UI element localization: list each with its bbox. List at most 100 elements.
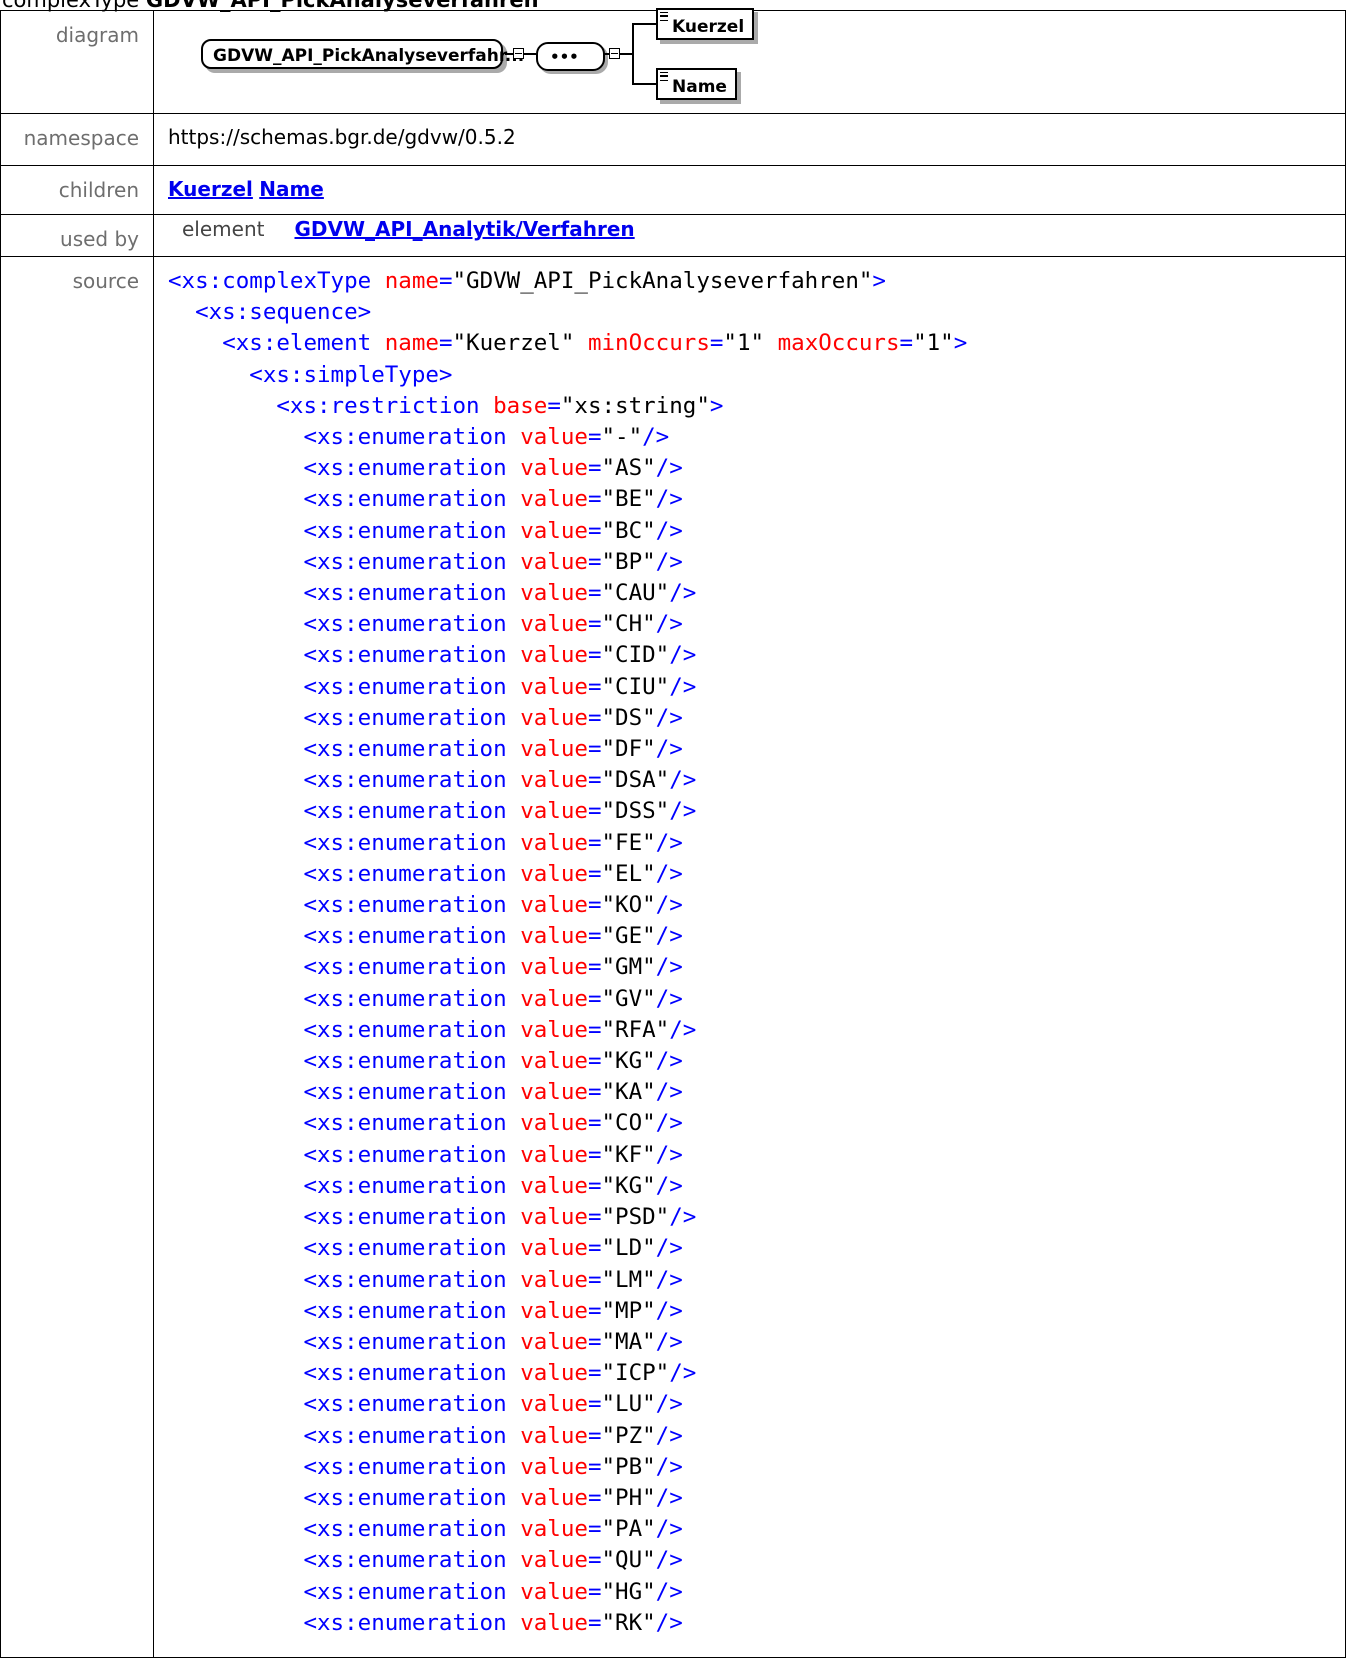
enumeration-value: "ICP" xyxy=(601,1360,670,1387)
element-icon xyxy=(660,12,668,21)
enumeration-value: "-" xyxy=(601,424,643,451)
enumeration-line: <xs:enumeration value="CID"/> xyxy=(168,642,697,669)
enumeration-value: "GE" xyxy=(601,923,656,950)
enumeration-line: <xs:enumeration value="KG"/> xyxy=(168,1048,683,1075)
enumeration-value: "KG" xyxy=(601,1172,656,1199)
enumeration-line: <xs:enumeration value="CIU"/> xyxy=(168,673,697,700)
enumeration-line: <xs:enumeration value="KO"/> xyxy=(168,892,683,919)
enumeration-line: <xs:enumeration value="GE"/> xyxy=(168,923,683,950)
enumeration-line: <xs:enumeration value="MA"/> xyxy=(168,1328,683,1355)
enumeration-line: <xs:enumeration value="LU"/> xyxy=(168,1391,683,1418)
schema-diagram: GDVW_API_PickAnalyseverfahr... ••• Kuerz… xyxy=(168,8,768,111)
enumeration-line: <xs:enumeration value="EL"/> xyxy=(168,860,683,887)
enumeration-line: <xs:enumeration value="BP"/> xyxy=(168,548,683,575)
namespace-label: namespace xyxy=(0,113,154,166)
enumeration-value: "AS" xyxy=(601,455,656,482)
enumeration-line: <xs:enumeration value="ICP"/> xyxy=(168,1360,697,1387)
enumeration-value: "BE" xyxy=(601,486,656,513)
enumeration-value: "KF" xyxy=(601,1141,656,1168)
enumeration-line: <xs:enumeration value="LM"/> xyxy=(168,1266,683,1293)
enumeration-value: "CH" xyxy=(601,611,656,638)
enumeration-value: "DS" xyxy=(601,704,656,731)
enumeration-line: <xs:enumeration value="PA"/> xyxy=(168,1516,683,1543)
enumeration-line: <xs:enumeration value="-"/> xyxy=(168,424,670,451)
enumeration-line: <xs:enumeration value="MP"/> xyxy=(168,1297,683,1324)
enumeration-line: <xs:enumeration value="BE"/> xyxy=(168,486,683,513)
enumeration-value: "KG" xyxy=(601,1048,656,1075)
diagram-child-name[interactable]: Name xyxy=(656,68,737,100)
enumeration-value: "LM" xyxy=(601,1266,656,1293)
children-label: children xyxy=(0,165,154,215)
enumeration-value: "CID" xyxy=(601,642,670,669)
usedby-link[interactable]: GDVW_API_Analytik/Verfahren xyxy=(294,217,634,241)
children-row: children Kuerzel Name xyxy=(0,165,1346,215)
collapse-toggle-icon[interactable] xyxy=(513,48,524,59)
enumeration-line: <xs:enumeration value="CH"/> xyxy=(168,611,683,638)
enumeration-value: "CO" xyxy=(601,1110,656,1137)
collapse-toggle-icon[interactable] xyxy=(609,48,620,59)
diagram-label: diagram xyxy=(0,10,154,114)
enumeration-value: "PZ" xyxy=(601,1422,656,1449)
diagram-cell: GDVW_API_PickAnalyseverfahr... ••• Kuerz… xyxy=(153,8,1346,114)
enumeration-line: <xs:enumeration value="RK"/> xyxy=(168,1609,683,1636)
enumeration-value: "PSD" xyxy=(601,1204,670,1231)
sequence-compositor[interactable]: ••• xyxy=(536,42,605,71)
enumeration-line: <xs:enumeration value="CO"/> xyxy=(168,1110,683,1137)
diagram-main-type-box[interactable]: GDVW_API_PickAnalyseverfahr... xyxy=(201,39,524,69)
enumeration-value: "LD" xyxy=(601,1235,656,1262)
source-label: source xyxy=(0,256,154,1658)
enumeration-line: <xs:enumeration value="KG"/> xyxy=(168,1172,683,1199)
enumeration-line: <xs:enumeration value="RFA"/> xyxy=(168,1016,697,1043)
enumeration-value: "KA" xyxy=(601,1079,656,1106)
enumeration-line: <xs:enumeration value="DSS"/> xyxy=(168,798,697,825)
enumeration-line: <xs:enumeration value="DS"/> xyxy=(168,704,683,731)
connector-line xyxy=(632,23,656,25)
child-link-name[interactable]: Name xyxy=(259,177,324,201)
schema-table: diagram GDVW_API_PickAnalyseverfahr... •… xyxy=(0,8,1346,1658)
enumeration-value: "RK" xyxy=(601,1609,656,1636)
enumeration-value: "LU" xyxy=(601,1391,656,1418)
diagram-child-kuerzel[interactable]: Kuerzel xyxy=(656,8,755,40)
enumeration-value: "CAU" xyxy=(601,580,670,607)
enumeration-value: "MA" xyxy=(601,1328,656,1355)
enumeration-line: <xs:enumeration value="PSD"/> xyxy=(168,1204,697,1231)
usedby-kind: element xyxy=(182,217,265,241)
connector-line xyxy=(632,23,634,85)
child-link-kuerzel[interactable]: Kuerzel xyxy=(168,177,253,201)
enumeration-value: "PB" xyxy=(601,1453,656,1480)
enumeration-line: <xs:enumeration value="BC"/> xyxy=(168,517,683,544)
namespace-row: namespace https://schemas.bgr.de/gdvw/0.… xyxy=(0,113,1346,166)
enumeration-value: "DF" xyxy=(601,736,656,763)
source-code: <xs:complexType name="GDVW_API_PickAnaly… xyxy=(168,268,968,1636)
enumeration-line: <xs:enumeration value="KA"/> xyxy=(168,1079,683,1106)
enumeration-line: <xs:enumeration value="GV"/> xyxy=(168,985,683,1012)
enumeration-value: "PA" xyxy=(601,1516,656,1543)
enumeration-value: "HG" xyxy=(601,1578,656,1605)
enumeration-value: "RFA" xyxy=(601,1016,670,1043)
enumeration-list: <xs:enumeration value="-"/> <xs:enumerat… xyxy=(168,424,696,1636)
enumeration-line: <xs:enumeration value="FE"/> xyxy=(168,829,683,856)
enumeration-value: "FE" xyxy=(601,829,656,856)
enumeration-value: "CIU" xyxy=(601,673,670,700)
enumeration-line: <xs:enumeration value="LD"/> xyxy=(168,1235,683,1262)
enumeration-value: "PH" xyxy=(601,1484,656,1511)
source-row: source <xs:complexType name="GDVW_API_Pi… xyxy=(0,256,1346,1658)
usedby-label: used by xyxy=(0,214,154,257)
enumeration-value: "MP" xyxy=(601,1297,656,1324)
namespace-value: https://schemas.bgr.de/gdvw/0.5.2 xyxy=(168,125,516,149)
enumeration-line: <xs:enumeration value="KF"/> xyxy=(168,1141,683,1168)
connector-line xyxy=(632,83,656,85)
diagram-row: diagram GDVW_API_PickAnalyseverfahr... •… xyxy=(0,8,1346,114)
connector-line xyxy=(505,53,513,55)
enumeration-line: <xs:enumeration value="PB"/> xyxy=(168,1453,683,1480)
connector-line xyxy=(620,53,632,55)
enumeration-value: "DSS" xyxy=(601,798,670,825)
enumeration-value: "BC" xyxy=(601,517,656,544)
enumeration-line: <xs:enumeration value="QU"/> xyxy=(168,1547,683,1574)
usedby-row: used by element GDVW_API_Analytik/Verfahr… xyxy=(0,214,1346,257)
enumeration-value: "KO" xyxy=(601,892,656,919)
enumeration-value: "EL" xyxy=(601,860,656,887)
element-icon xyxy=(660,72,668,81)
enumeration-line: <xs:enumeration value="PZ"/> xyxy=(168,1422,683,1449)
enumeration-line: <xs:enumeration value="DSA"/> xyxy=(168,767,697,794)
